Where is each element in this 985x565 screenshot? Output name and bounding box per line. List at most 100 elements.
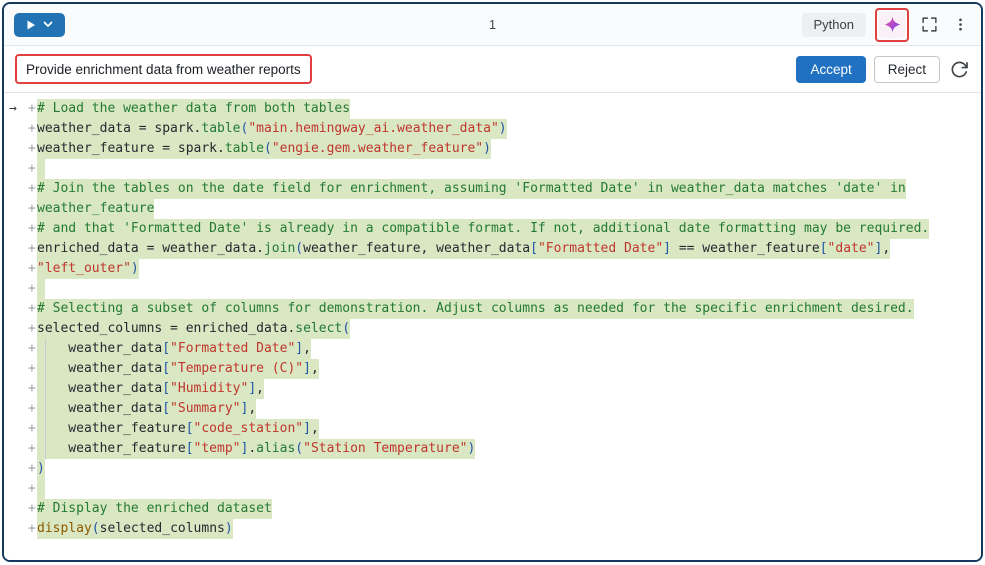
prompt-input[interactable]: Provide enrichment data from weather rep…: [26, 62, 301, 77]
code-token: ,: [303, 341, 311, 356]
code-token: weather_feature: [37, 201, 154, 216]
gutter-spacer: [9, 299, 28, 319]
diff-added-marker: +: [28, 119, 37, 139]
code-line: +weather_feature: [4, 199, 981, 219]
fullscreen-button[interactable]: [918, 14, 940, 36]
code-token: weather_data: [68, 401, 162, 416]
code-line: +: [4, 279, 981, 299]
diff-added-text: weather_feature: [37, 199, 154, 219]
code-token: ,: [256, 381, 264, 396]
code-line: +# Selecting a subset of columns for dem…: [4, 299, 981, 319]
code-token: ): [37, 461, 45, 476]
code-token: weather_data: [68, 341, 162, 356]
cell-menu-button[interactable]: [949, 14, 971, 36]
code-token: # Selecting a subset of columns for demo…: [37, 301, 914, 316]
code-token: weather_data: [68, 381, 162, 396]
diff-added-text: weather_data["Temperature (C)"],: [37, 359, 319, 379]
code-token: ): [483, 141, 491, 156]
regenerate-button[interactable]: [948, 58, 970, 80]
code-token: [: [162, 341, 170, 356]
gutter-spacer: [9, 419, 28, 439]
code-token: == weather_feature: [671, 241, 820, 256]
code-token: "date": [828, 241, 875, 256]
code-token: weather_feature, weather_data: [303, 241, 530, 256]
assistant-button[interactable]: [879, 12, 905, 38]
code-token: alias: [256, 441, 295, 456]
gutter-spacer: [9, 319, 28, 339]
code-token: ): [131, 261, 139, 276]
diff-added-marker: +: [28, 379, 37, 399]
diff-added-marker: +: [28, 359, 37, 379]
cell-toolbar: 1 Python: [4, 4, 981, 46]
diff-added-marker: +: [28, 439, 37, 459]
indent-guide: [37, 439, 68, 459]
diff-added-marker: +: [28, 299, 37, 319]
code-line: +weather_feature = spark.table("engie.ge…: [4, 139, 981, 159]
sparkle-icon: [883, 15, 902, 34]
diff-added-marker: +: [28, 199, 37, 219]
code-token: ]: [295, 341, 303, 356]
diff-added-marker: +: [28, 319, 37, 339]
play-icon: [26, 20, 36, 30]
code-token: "main.hemingway_ai.weather_data": [248, 121, 498, 136]
diff-added-text: # and that 'Formatted Date' is already i…: [37, 219, 929, 239]
code-token: ): [499, 121, 507, 136]
annotation-box-prompt: Provide enrichment data from weather rep…: [15, 54, 312, 84]
gutter-spacer: [9, 279, 28, 299]
diff-added-marker: +: [28, 259, 37, 279]
code-token: [: [162, 381, 170, 396]
code-token: (: [342, 321, 350, 336]
gutter-spacer: [9, 399, 28, 419]
accept-button[interactable]: Accept: [796, 56, 865, 83]
diff-added-marker: +: [28, 479, 37, 499]
diff-added-marker: +: [28, 99, 37, 119]
code-line: + weather_data["Summary"],: [4, 399, 981, 419]
code-line: +# Join the tables on the date field for…: [4, 179, 981, 199]
diff-added-text: weather_feature = spark.table("engie.gem…: [37, 139, 491, 159]
diff-added-text: # Join the tables on the date field for …: [37, 179, 906, 199]
code-token: "Station Temperature": [303, 441, 467, 456]
code-token: (: [295, 241, 303, 256]
diff-added-text: [37, 159, 45, 179]
code-token: join: [264, 241, 295, 256]
code-line: +: [4, 159, 981, 179]
reject-button[interactable]: Reject: [874, 56, 940, 83]
gutter-spacer: [9, 339, 28, 359]
indent-guide: [37, 399, 68, 419]
code-line: →+# Load the weather data from both tabl…: [4, 99, 981, 119]
assistant-prompt-bar: Provide enrichment data from weather rep…: [4, 46, 981, 93]
code-token: [: [820, 241, 828, 256]
code-token: weather_feature: [68, 441, 185, 456]
code-line: + weather_data["Formatted Date"],: [4, 339, 981, 359]
language-selector[interactable]: Python: [802, 13, 866, 37]
code-token: ]: [303, 421, 311, 436]
cursor-arrow-icon: →: [9, 99, 28, 119]
diff-added-marker: +: [28, 139, 37, 159]
chevron-down-icon[interactable]: [43, 21, 53, 28]
gutter-spacer: [9, 479, 28, 499]
diff-added-text: weather_feature["code_station"],: [37, 419, 319, 439]
code-area[interactable]: →+# Load the weather data from both tabl…: [4, 93, 981, 560]
code-token: display: [37, 521, 92, 536]
code-token: # Display the enriched dataset: [37, 501, 272, 516]
code-line: +"left_outer"): [4, 259, 981, 279]
code-token: select: [295, 321, 342, 336]
notebook-cell: 1 Python: [2, 2, 983, 562]
code-line: + weather_data["Temperature (C)"],: [4, 359, 981, 379]
diff-added-text: # Load the weather data from both tables: [37, 99, 350, 119]
gutter-spacer: [9, 179, 28, 199]
diff-added-text: ): [37, 459, 45, 479]
code-token: "temp": [194, 441, 241, 456]
code-line: +): [4, 459, 981, 479]
indent-guide: [37, 339, 68, 359]
gutter-spacer: [9, 159, 28, 179]
annotation-box-assistant-icon: [875, 8, 909, 42]
code-token: .: [248, 441, 256, 456]
code-token: "left_outer": [37, 261, 131, 276]
code-token: "Humidity": [170, 381, 248, 396]
code-token: ]: [248, 381, 256, 396]
diff-added-marker: +: [28, 519, 37, 539]
diff-added-marker: +: [28, 339, 37, 359]
run-button[interactable]: [14, 13, 65, 37]
code-token: [: [530, 241, 538, 256]
